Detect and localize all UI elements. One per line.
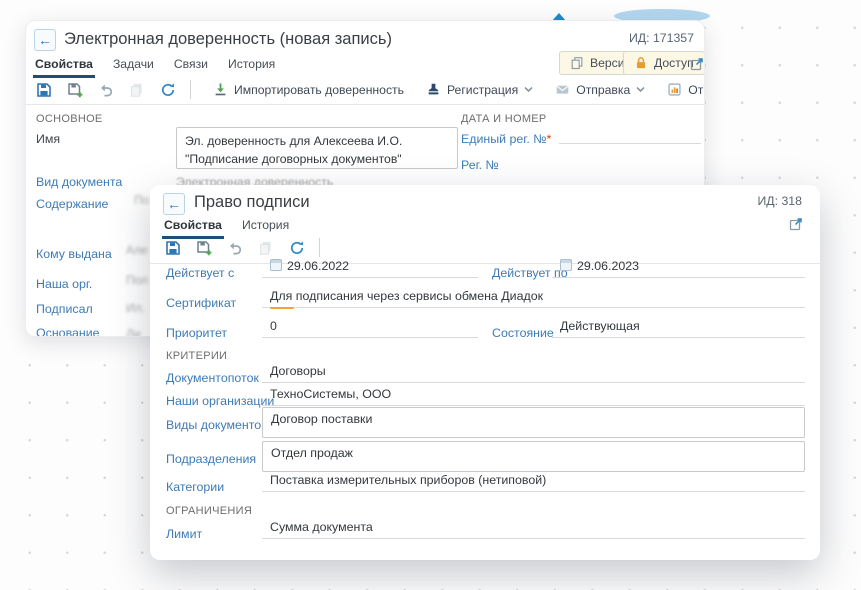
save-and-new-icon[interactable] xyxy=(195,239,212,256)
page-title: Электронная доверенность (новая запись) xyxy=(64,30,392,49)
calendar-icon[interactable] xyxy=(270,259,282,271)
tab-links[interactable]: Связи xyxy=(174,57,208,77)
content-ghost-value: По xyxy=(134,193,149,207)
valid-from-input[interactable]: 29.06.2022 xyxy=(262,259,478,278)
save-and-new-icon[interactable] xyxy=(66,81,83,98)
window-signing-right: ← Право подписи ИД: 318 Свойства История… xyxy=(150,185,820,560)
tab-tasks[interactable]: Задачи xyxy=(113,57,154,77)
required-asterisk: * xyxy=(547,132,552,146)
name-label: Имя xyxy=(36,132,60,146)
toolbar-divider xyxy=(26,104,704,105)
undo-icon[interactable] xyxy=(226,239,243,256)
download-icon xyxy=(213,82,228,97)
valid-from-label[interactable]: Действует с xyxy=(166,266,234,280)
categories-label[interactable]: Категории xyxy=(166,480,224,494)
toolbar: Импортировать доверенность Регистрация О… xyxy=(35,80,705,99)
priority-input[interactable]: 0 xyxy=(262,319,478,338)
ghost-fragment: Але xyxy=(126,243,148,257)
reg-no-label[interactable]: Рег. № xyxy=(461,158,499,172)
section-criteria: КРИТЕРИИ xyxy=(166,350,227,362)
tab-history[interactable]: История xyxy=(228,57,275,77)
chart-icon xyxy=(667,82,682,97)
chevron-down-icon xyxy=(636,86,645,93)
section-restrictions: ОГРАНИЧЕНИЯ xyxy=(166,505,252,517)
page-title: Право подписи xyxy=(194,193,310,212)
refresh-icon[interactable] xyxy=(288,239,305,256)
import-poa-button[interactable]: Импортировать доверенность xyxy=(213,82,404,97)
toolbar-separator xyxy=(319,238,320,257)
send-menu[interactable]: Отправка xyxy=(555,82,645,97)
save-icon[interactable] xyxy=(35,81,52,98)
versions-icon xyxy=(570,56,584,70)
stamp-icon xyxy=(426,82,441,97)
name-input[interactable]: Эл. доверенность для Алексеева И.О. "Под… xyxy=(176,127,458,169)
categories-input[interactable]: Поставка измерительных приборов (нетипов… xyxy=(262,473,805,492)
limit-input[interactable]: Сумма документа xyxy=(262,520,805,539)
priority-label[interactable]: Приоритет xyxy=(166,326,227,340)
our-orgs-input[interactable]: ТехноСистемы, ООО xyxy=(262,387,805,406)
back-button[interactable]: ← xyxy=(34,29,56,51)
state-label[interactable]: Состояние xyxy=(492,326,554,340)
certificate-label[interactable]: Сертификат xyxy=(166,296,236,310)
doc-kind-label[interactable]: Вид документа xyxy=(36,175,122,189)
open-in-window-icon[interactable] xyxy=(787,215,804,232)
paste-icon-disabled xyxy=(128,81,145,98)
departments-input[interactable]: Отдел продаж xyxy=(262,441,805,472)
our-org-label[interactable]: Наша орг. xyxy=(36,277,92,291)
section-main: ОСНОВНОЕ xyxy=(36,113,103,125)
basis-label[interactable]: Основание xyxy=(36,326,100,337)
send-icon xyxy=(555,82,570,97)
spellcheck-underline xyxy=(270,307,294,309)
unified-reg-no-input[interactable] xyxy=(559,125,701,144)
our-orgs-label[interactable]: Наши организации xyxy=(166,394,274,408)
reports-menu[interactable]: Отчеты xyxy=(667,82,705,97)
doc-kinds-label[interactable]: Виды документов xyxy=(166,418,268,432)
ghost-fragment: Ил. xyxy=(126,301,145,315)
tab-bar: Свойства Задачи Связи История xyxy=(35,57,275,77)
arrow-left-icon: ← xyxy=(38,32,52,48)
arrow-left-icon: ← xyxy=(167,196,181,212)
back-button[interactable]: ← xyxy=(163,193,185,215)
unified-reg-no-label[interactable]: Единый рег. №* xyxy=(461,132,551,146)
registration-menu[interactable]: Регистрация xyxy=(426,82,533,97)
reports-label: Отчеты xyxy=(688,83,705,97)
import-poa-label: Импортировать доверенность xyxy=(234,83,404,97)
paste-icon-disabled xyxy=(257,239,274,256)
doc-kinds-input[interactable]: Договор поставки xyxy=(262,407,805,438)
record-id: ИД: 318 xyxy=(757,194,802,208)
section-date-number: ДАТА И НОМЕР xyxy=(461,113,547,125)
ghost-fragment: Пол xyxy=(126,273,148,287)
tab-bar: Свойства История xyxy=(164,218,289,238)
tab-history[interactable]: История xyxy=(242,218,289,238)
tab-properties[interactable]: Свойства xyxy=(35,57,93,77)
ghost-fragment: Ли xyxy=(126,327,141,337)
departments-label[interactable]: Подразделения xyxy=(166,452,256,466)
signed-by-label[interactable]: Подписал xyxy=(36,302,93,316)
open-in-window-icon[interactable] xyxy=(688,55,705,72)
valid-to-input[interactable]: 29.06.2023 xyxy=(552,259,805,278)
toolbar xyxy=(164,238,320,257)
calendar-icon[interactable] xyxy=(560,259,572,271)
state-input[interactable]: Действующая xyxy=(552,319,805,338)
issued-to-label[interactable]: Кому выдана xyxy=(36,247,112,261)
chevron-down-icon xyxy=(524,86,533,93)
limit-label[interactable]: Лимит xyxy=(166,527,202,541)
refresh-icon[interactable] xyxy=(159,81,176,98)
certificate-input[interactable]: Для подписания через сервисы обмена Диад… xyxy=(262,289,805,308)
canvas: ← Электронная доверенность (новая запись… xyxy=(0,0,861,590)
toolbar-separator xyxy=(190,80,191,99)
lock-icon xyxy=(634,56,648,70)
save-icon[interactable] xyxy=(164,239,181,256)
undo-icon[interactable] xyxy=(97,81,114,98)
record-id: ИД: 171357 xyxy=(629,31,694,45)
tab-properties[interactable]: Свойства xyxy=(164,218,222,238)
content-label[interactable]: Содержание xyxy=(36,197,108,211)
doc-flow-label[interactable]: Документопоток xyxy=(166,371,259,385)
send-label: Отправка xyxy=(576,83,630,97)
doc-flow-input[interactable]: Договоры xyxy=(262,364,805,383)
registration-label: Регистрация xyxy=(447,83,518,97)
